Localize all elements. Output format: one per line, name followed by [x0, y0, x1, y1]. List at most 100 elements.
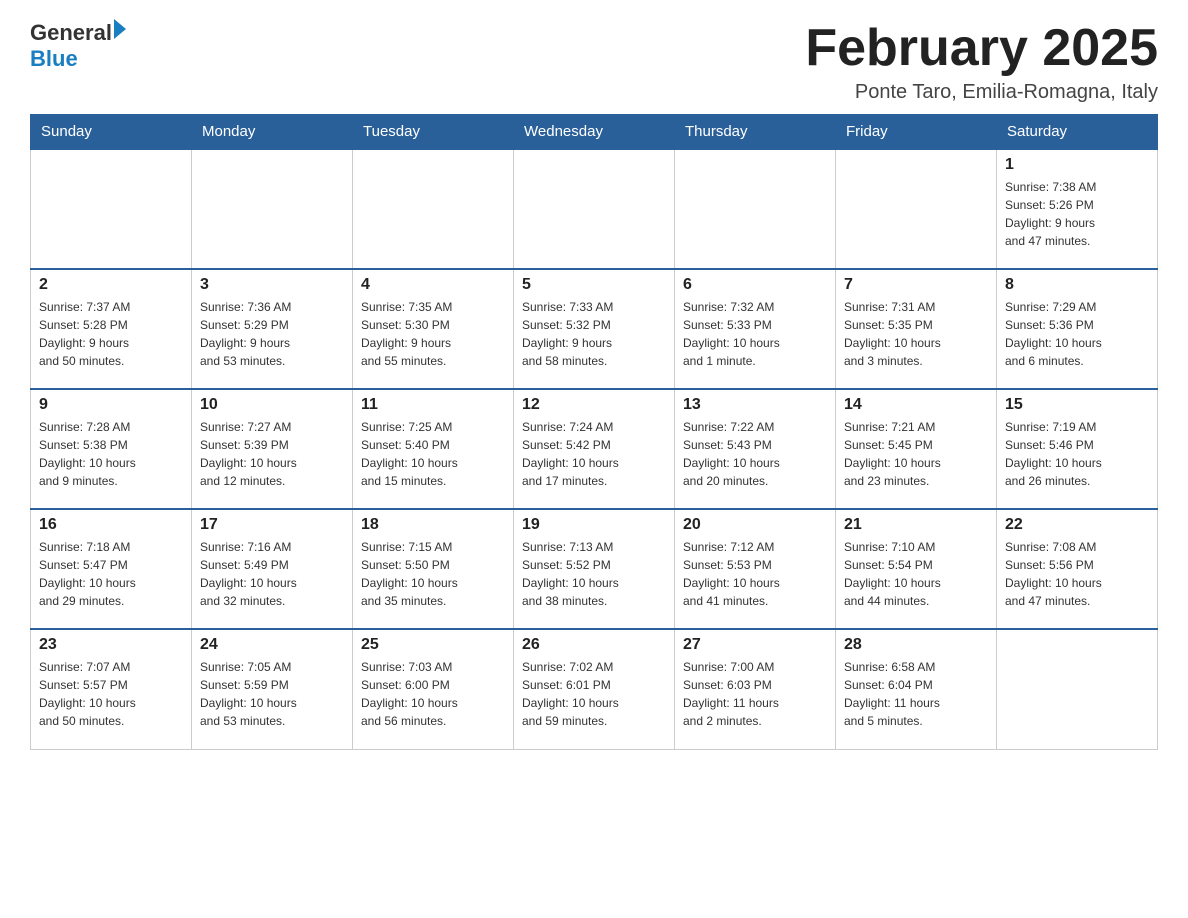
day-info: Sunrise: 7:22 AM Sunset: 5:43 PM Dayligh…: [683, 418, 827, 490]
day-number: 20: [683, 516, 827, 534]
calendar-day-cell: 2Sunrise: 7:37 AM Sunset: 5:28 PM Daylig…: [31, 269, 192, 389]
calendar-day-cell: 26 Sunrise: 7:02 AM Sunset: 6:01 PM Dayli…: [514, 629, 675, 749]
calendar-day-cell: 5 Sunrise: 7:33 AM Sunset: 5:32 PM Daylig…: [514, 269, 675, 389]
weekday-header-sunday: Sunday: [31, 115, 192, 150]
calendar-day-cell: 3 Sunrise: 7:36 AM Sunset: 5:29 PM Daylig…: [192, 269, 353, 389]
day-number: 8: [1005, 276, 1149, 294]
calendar-day-cell: 22 Sunrise: 7:08 AM Sunset: 5:56 PM Dayli…: [997, 509, 1158, 629]
calendar-day-cell: 15 Sunrise: 7:19 AM Sunset: 5:46 PM Dayli…: [997, 389, 1158, 509]
calendar-day-cell: 24 Sunrise: 7:05 AM Sunset: 5:59 PM Dayli…: [192, 629, 353, 749]
day-info: Sunrise: 7:25 AM Sunset: 5:40 PM Dayligh…: [361, 418, 505, 490]
calendar-day-cell: 14Sunrise: 7:21 AM Sunset: 5:45 PM Dayli…: [836, 389, 997, 509]
weekday-header-saturday: Saturday: [997, 115, 1158, 150]
calendar-week-row: 2Sunrise: 7:37 AM Sunset: 5:28 PM Daylig…: [31, 269, 1158, 389]
calendar-day-cell: 4Sunrise: 7:35 AM Sunset: 5:30 PM Daylig…: [353, 269, 514, 389]
day-info: Sunrise: 7:02 AM Sunset: 6:01 PM Dayligh…: [522, 658, 666, 730]
calendar-week-row: 23 Sunrise: 7:07 AM Sunset: 5:57 PM Dayli…: [31, 629, 1158, 749]
weekday-header-wednesday: Wednesday: [514, 115, 675, 150]
day-number: 16: [39, 516, 183, 534]
calendar-day-cell: 25 Sunrise: 7:03 AM Sunset: 6:00 PM Dayli…: [353, 629, 514, 749]
calendar-day-cell: 6Sunrise: 7:32 AM Sunset: 5:33 PM Daylig…: [675, 269, 836, 389]
day-number: 5: [522, 276, 666, 294]
day-info: Sunrise: 7:12 AM Sunset: 5:53 PM Dayligh…: [683, 538, 827, 610]
calendar-day-cell: [836, 149, 997, 269]
day-number: 24: [200, 636, 344, 654]
day-number: 13: [683, 396, 827, 414]
day-number: 23: [39, 636, 183, 654]
day-info: Sunrise: 7:27 AM Sunset: 5:39 PM Dayligh…: [200, 418, 344, 490]
day-number: 12: [522, 396, 666, 414]
day-number: 18: [361, 516, 505, 534]
calendar-day-cell: 11 Sunrise: 7:25 AM Sunset: 5:40 PM Dayli…: [353, 389, 514, 509]
day-info: Sunrise: 7:07 AM Sunset: 5:57 PM Dayligh…: [39, 658, 183, 730]
calendar-day-cell: 9 Sunrise: 7:28 AM Sunset: 5:38 PM Daylig…: [31, 389, 192, 509]
day-number: 17: [200, 516, 344, 534]
calendar-day-cell: [192, 149, 353, 269]
day-number: 26: [522, 636, 666, 654]
day-number: 7: [844, 276, 988, 294]
day-info: Sunrise: 7:33 AM Sunset: 5:32 PM Dayligh…: [522, 298, 666, 370]
day-info: Sunrise: 7:32 AM Sunset: 5:33 PM Dayligh…: [683, 298, 827, 370]
day-number: 25: [361, 636, 505, 654]
calendar-day-cell: 7 Sunrise: 7:31 AM Sunset: 5:35 PM Daylig…: [836, 269, 997, 389]
day-info: Sunrise: 7:38 AM Sunset: 5:26 PM Dayligh…: [1005, 178, 1149, 250]
day-number: 1: [1005, 156, 1149, 174]
calendar-day-cell: [31, 149, 192, 269]
calendar-day-cell: 16 Sunrise: 7:18 AM Sunset: 5:47 PM Dayli…: [31, 509, 192, 629]
calendar-day-cell: [675, 149, 836, 269]
day-number: 27: [683, 636, 827, 654]
day-number: 15: [1005, 396, 1149, 414]
weekday-header-thursday: Thursday: [675, 115, 836, 150]
day-info: Sunrise: 7:13 AM Sunset: 5:52 PM Dayligh…: [522, 538, 666, 610]
page-header: General Blue February 2025 Ponte Taro, E…: [30, 20, 1158, 104]
day-info: Sunrise: 7:19 AM Sunset: 5:46 PM Dayligh…: [1005, 418, 1149, 490]
calendar-table: SundayMondayTuesdayWednesdayThursdayFrid…: [30, 114, 1158, 750]
calendar-title: February 2025: [805, 20, 1158, 77]
title-section: February 2025 Ponte Taro, Emilia-Romagna…: [805, 20, 1158, 104]
calendar-day-cell: 12 Sunrise: 7:24 AM Sunset: 5:42 PM Dayli…: [514, 389, 675, 509]
day-info: Sunrise: 7:10 AM Sunset: 5:54 PM Dayligh…: [844, 538, 988, 610]
weekday-header-friday: Friday: [836, 115, 997, 150]
day-number: 22: [1005, 516, 1149, 534]
calendar-week-row: 1 Sunrise: 7:38 AM Sunset: 5:26 PM Daylig…: [31, 149, 1158, 269]
day-number: 4: [361, 276, 505, 294]
day-info: Sunrise: 7:05 AM Sunset: 5:59 PM Dayligh…: [200, 658, 344, 730]
logo-general-text: General: [30, 20, 112, 46]
day-info: Sunrise: 7:03 AM Sunset: 6:00 PM Dayligh…: [361, 658, 505, 730]
calendar-day-cell: 8 Sunrise: 7:29 AM Sunset: 5:36 PM Daylig…: [997, 269, 1158, 389]
calendar-day-cell: 17 Sunrise: 7:16 AM Sunset: 5:49 PM Dayli…: [192, 509, 353, 629]
calendar-day-cell: 19Sunrise: 7:13 AM Sunset: 5:52 PM Dayli…: [514, 509, 675, 629]
day-number: 11: [361, 396, 505, 414]
day-info: Sunrise: 7:16 AM Sunset: 5:49 PM Dayligh…: [200, 538, 344, 610]
calendar-day-cell: 27 Sunrise: 7:00 AM Sunset: 6:03 PM Dayli…: [675, 629, 836, 749]
day-info: Sunrise: 7:31 AM Sunset: 5:35 PM Dayligh…: [844, 298, 988, 370]
weekday-header-tuesday: Tuesday: [353, 115, 514, 150]
day-info: Sunrise: 7:00 AM Sunset: 6:03 PM Dayligh…: [683, 658, 827, 730]
day-number: 3: [200, 276, 344, 294]
calendar-week-row: 16 Sunrise: 7:18 AM Sunset: 5:47 PM Dayli…: [31, 509, 1158, 629]
day-info: Sunrise: 6:58 AM Sunset: 6:04 PM Dayligh…: [844, 658, 988, 730]
day-info: Sunrise: 7:08 AM Sunset: 5:56 PM Dayligh…: [1005, 538, 1149, 610]
day-number: 9: [39, 396, 183, 414]
logo-arrow-icon: [114, 19, 126, 39]
day-info: Sunrise: 7:24 AM Sunset: 5:42 PM Dayligh…: [522, 418, 666, 490]
calendar-day-cell: [997, 629, 1158, 749]
day-info: Sunrise: 7:18 AM Sunset: 5:47 PM Dayligh…: [39, 538, 183, 610]
calendar-week-row: 9 Sunrise: 7:28 AM Sunset: 5:38 PM Daylig…: [31, 389, 1158, 509]
day-number: 28: [844, 636, 988, 654]
day-info: Sunrise: 7:36 AM Sunset: 5:29 PM Dayligh…: [200, 298, 344, 370]
weekday-header-monday: Monday: [192, 115, 353, 150]
calendar-subtitle: Ponte Taro, Emilia-Romagna, Italy: [805, 81, 1158, 104]
day-info: Sunrise: 7:29 AM Sunset: 5:36 PM Dayligh…: [1005, 298, 1149, 370]
day-info: Sunrise: 7:37 AM Sunset: 5:28 PM Dayligh…: [39, 298, 183, 370]
calendar-day-cell: 10 Sunrise: 7:27 AM Sunset: 5:39 PM Dayli…: [192, 389, 353, 509]
day-number: 14: [844, 396, 988, 414]
day-number: 10: [200, 396, 344, 414]
calendar-day-cell: [353, 149, 514, 269]
day-info: Sunrise: 7:28 AM Sunset: 5:38 PM Dayligh…: [39, 418, 183, 490]
calendar-day-cell: 18Sunrise: 7:15 AM Sunset: 5:50 PM Dayli…: [353, 509, 514, 629]
calendar-day-cell: [514, 149, 675, 269]
day-number: 21: [844, 516, 988, 534]
calendar-day-cell: 21 Sunrise: 7:10 AM Sunset: 5:54 PM Dayli…: [836, 509, 997, 629]
calendar-day-cell: 20 Sunrise: 7:12 AM Sunset: 5:53 PM Dayli…: [675, 509, 836, 629]
